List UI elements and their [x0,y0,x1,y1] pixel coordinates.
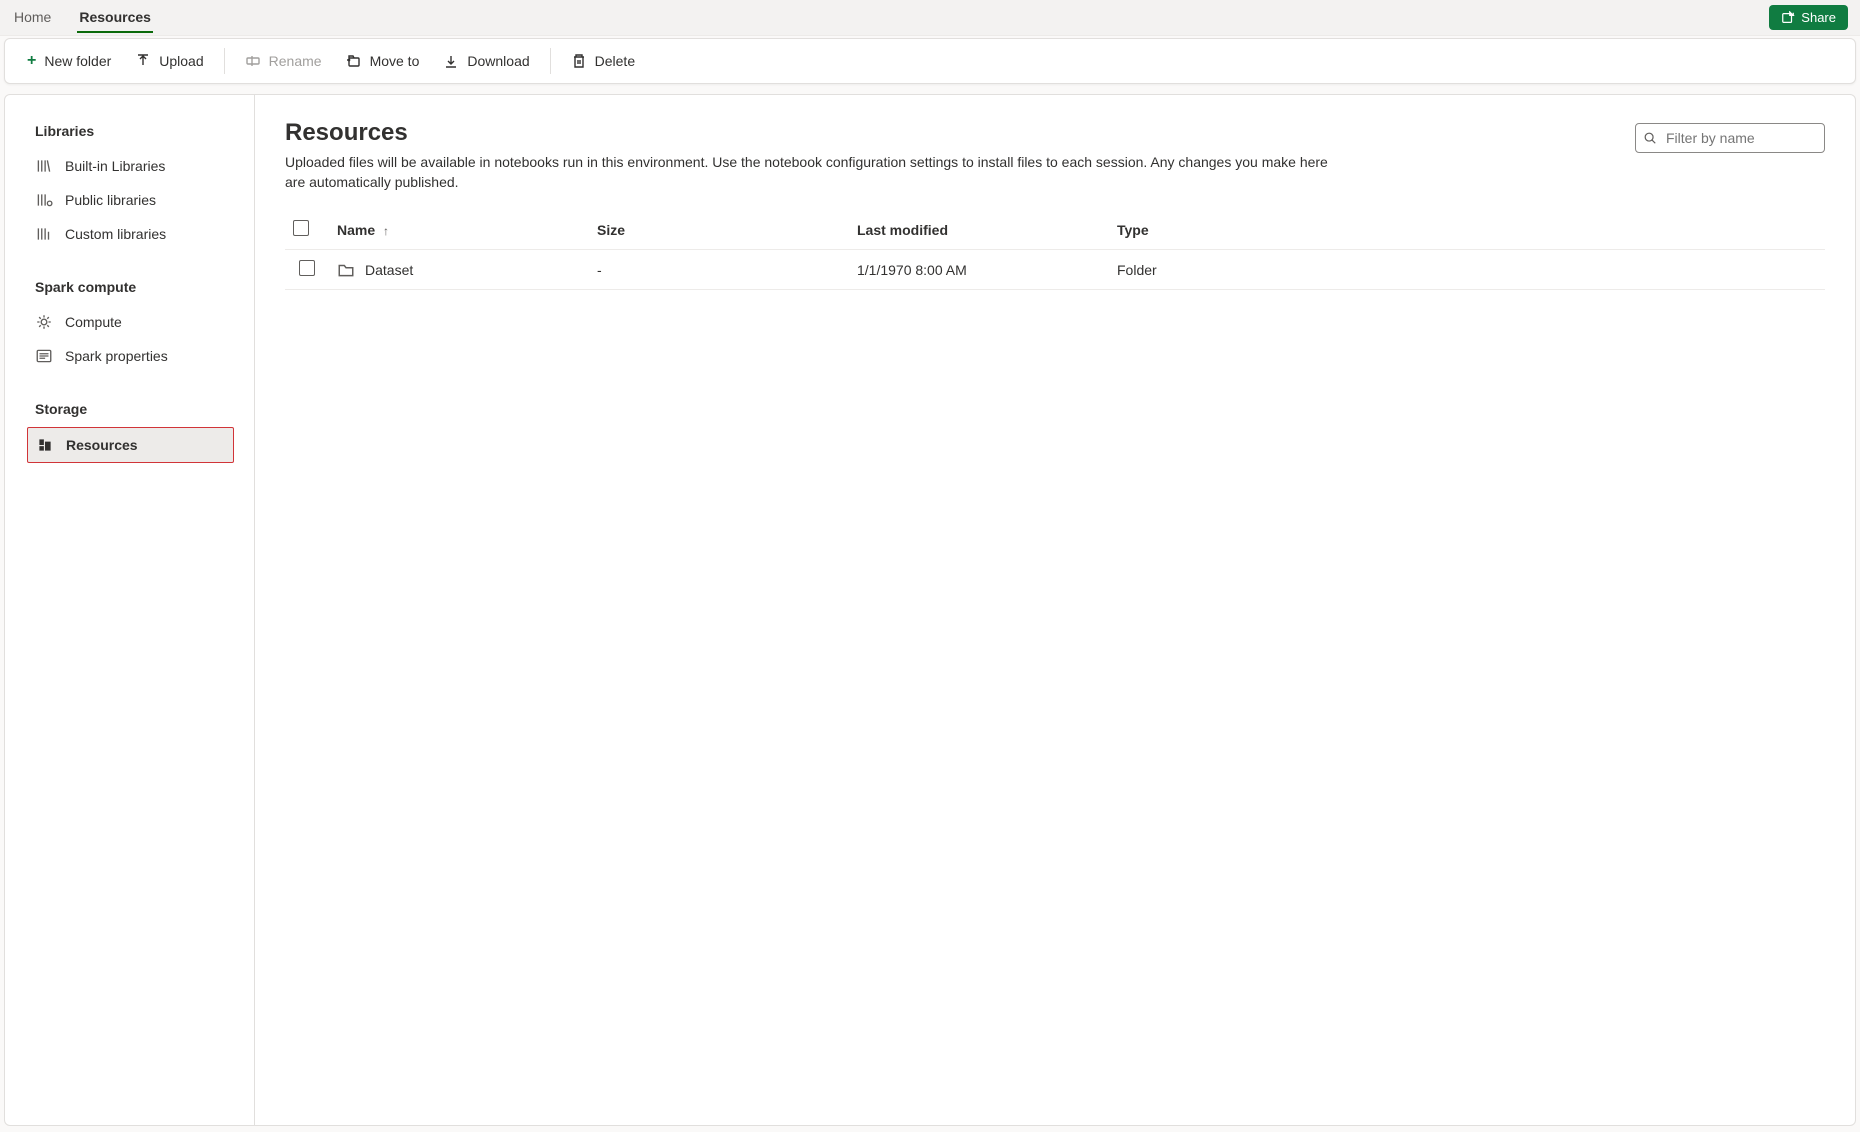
rename-icon [245,53,261,69]
tab-home[interactable]: Home [12,3,53,33]
move-to-icon [346,53,362,69]
sidebar-group-spark: Spark compute [5,269,254,305]
page-description: Uploaded files will be available in note… [285,153,1345,192]
toolbar: + New folder Upload Rename Move to Downl… [4,38,1856,84]
delete-label: Delete [595,53,635,69]
plus-icon: + [27,52,36,70]
upload-label: Upload [159,53,203,69]
share-icon [1781,11,1795,25]
download-icon [443,53,459,69]
upload-icon [135,53,151,69]
rename-label: Rename [269,53,322,69]
sidebar-item-builtin-libraries[interactable]: Built-in Libraries [5,149,254,183]
checkbox-icon[interactable] [299,260,315,276]
sidebar-item-custom-libraries[interactable]: Custom libraries [5,217,254,251]
column-header-name[interactable]: Name ↑ [329,210,589,250]
sidebar-item-compute[interactable]: Compute [5,305,254,339]
sidebar-item-public-libraries[interactable]: Public libraries [5,183,254,217]
search-input[interactable] [1635,123,1825,153]
search-box [1635,123,1825,153]
resources-table: Name ↑ Size Last modified Type [285,210,1825,290]
top-tabs: Home Resources [12,3,153,33]
sidebar-item-label: Custom libraries [65,226,166,242]
top-bar: Home Resources Share [0,0,1860,36]
toolbar-divider [224,48,225,74]
books-custom-icon [35,225,53,243]
sidebar-item-label: Spark properties [65,348,168,364]
delete-button[interactable]: Delete [561,47,645,75]
select-all-header[interactable] [285,210,329,250]
sidebar: Libraries Built-in Libraries Public libr… [5,95,255,1125]
move-to-label: Move to [370,53,420,69]
folder-icon [337,261,355,279]
sidebar-group-libraries: Libraries [5,113,254,149]
content-header: Resources Uploaded files will be availab… [285,119,1825,192]
books-icon [35,157,53,175]
upload-button[interactable]: Upload [125,47,213,75]
new-folder-button[interactable]: + New folder [17,46,121,76]
new-folder-label: New folder [44,53,111,69]
column-header-label: Name [337,222,375,238]
toolbar-divider [550,48,551,74]
delete-icon [571,53,587,69]
column-header-modified[interactable]: Last modified [849,210,1109,250]
main: Libraries Built-in Libraries Public libr… [4,94,1856,1126]
column-header-type[interactable]: Type [1109,210,1825,250]
tab-resources[interactable]: Resources [77,3,153,33]
download-label: Download [467,53,529,69]
sidebar-item-resources[interactable]: Resources [27,427,234,463]
move-to-button[interactable]: Move to [336,47,430,75]
checkbox-icon[interactable] [293,220,309,236]
column-header-size[interactable]: Size [589,210,849,250]
cell-modified: 1/1/1970 8:00 AM [849,250,1109,290]
table-row[interactable]: Dataset - 1/1/1970 8:00 AM Folder [285,250,1825,290]
sidebar-item-label: Compute [65,314,122,330]
cell-name: Dataset [365,262,413,278]
cell-size: - [589,250,849,290]
list-icon [35,347,53,365]
sidebar-group-storage: Storage [5,391,254,427]
download-button[interactable]: Download [433,47,539,75]
search-icon [1643,131,1657,145]
share-button[interactable]: Share [1769,5,1848,30]
cell-type: Folder [1109,250,1825,290]
content: Resources Uploaded files will be availab… [255,95,1855,1125]
sort-asc-icon: ↑ [383,224,389,238]
sidebar-item-label: Built-in Libraries [65,158,165,174]
sidebar-item-spark-properties[interactable]: Spark properties [5,339,254,373]
sidebar-item-label: Public libraries [65,192,156,208]
resources-icon [36,436,54,454]
sidebar-item-label: Resources [66,437,138,453]
share-label: Share [1801,10,1836,25]
books-share-icon [35,191,53,209]
rename-button: Rename [235,47,332,75]
page-title: Resources [285,119,1615,147]
gear-icon [35,313,53,331]
